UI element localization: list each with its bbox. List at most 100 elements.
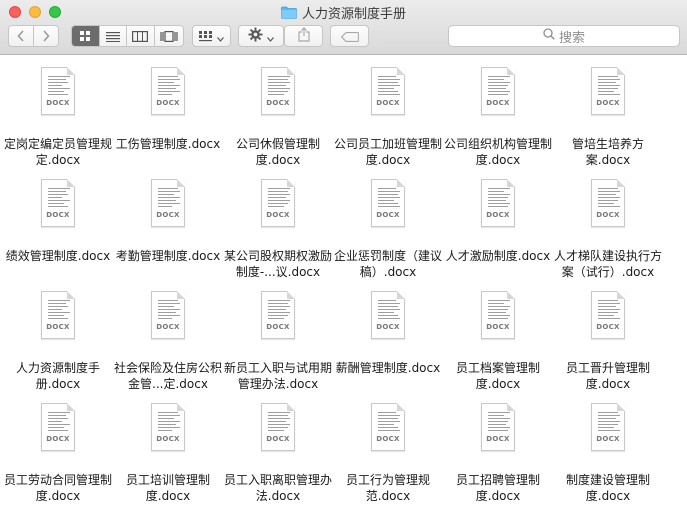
file-item[interactable]: DOCX 员工晋升管理制度.docx <box>553 284 663 394</box>
file-type-label: DOCX <box>266 99 290 107</box>
file-name: 公司员工加班管理制度.docx <box>333 137 442 167</box>
share-icon <box>297 26 310 46</box>
docx-file-icon: DOCX <box>371 403 405 451</box>
file-item[interactable]: DOCX 管培生培养方案.docx <box>553 60 663 170</box>
file-type-label: DOCX <box>486 323 510 331</box>
docx-file-icon: DOCX <box>41 67 75 115</box>
file-item[interactable]: DOCX 员工入职离职管理办法.docx <box>223 396 333 506</box>
file-name: 员工晋升管理制度.docx <box>565 361 650 391</box>
group-by-icon <box>199 27 213 46</box>
file-type-label: DOCX <box>376 211 400 219</box>
file-item[interactable]: DOCX 员工档案管理制度.docx <box>443 284 553 394</box>
file-item[interactable]: DOCX 某公司股权期权激励制度-...议.docx <box>223 172 333 282</box>
cover-flow-view-icon <box>160 27 178 46</box>
file-name: 员工培训管理制度.docx <box>125 473 210 503</box>
docx-file-icon: DOCX <box>41 403 75 451</box>
file-type-label: DOCX <box>596 99 620 107</box>
file-item[interactable]: DOCX 新员工入职与试用期管理办法.docx <box>223 284 333 394</box>
file-item[interactable]: DOCX 定岗定编定员管理规定.docx <box>3 60 113 170</box>
file-type-label: DOCX <box>266 435 290 443</box>
file-type-label: DOCX <box>156 99 180 107</box>
file-item[interactable]: DOCX 员工招聘管理制度.docx <box>443 396 553 506</box>
docx-file-icon: DOCX <box>481 403 515 451</box>
tag-icon <box>340 27 359 46</box>
file-type-label: DOCX <box>376 99 400 107</box>
file-type-label: DOCX <box>596 435 620 443</box>
title-bar: 人力资源制度手册 搜索 <box>0 0 687 55</box>
file-item[interactable]: DOCX 人才梯队建设执行方案（试行）.docx <box>553 172 663 282</box>
file-item[interactable]: DOCX 考勤管理制度.docx <box>113 172 223 282</box>
file-item[interactable]: DOCX 制度建设管理制度.docx <box>553 396 663 506</box>
file-type-label: DOCX <box>376 323 400 331</box>
docx-file-icon: DOCX <box>151 291 185 339</box>
file-name: 社会保险及住房公积金管...定.docx <box>113 361 222 391</box>
file-item[interactable]: DOCX 绩效管理制度.docx <box>3 172 113 282</box>
file-name: 新员工入职与试用期管理办法.docx <box>223 361 332 391</box>
docx-file-icon: DOCX <box>591 179 625 227</box>
file-name: 人力资源制度手册.docx <box>15 361 100 391</box>
file-name: 员工招聘管理制度.docx <box>455 473 540 503</box>
docx-file-icon: DOCX <box>481 179 515 227</box>
file-type-label: DOCX <box>376 435 400 443</box>
file-name: 定岗定编定员管理规定.docx <box>3 137 112 167</box>
file-name: 制度建设管理制度.docx <box>565 473 650 503</box>
back-forward-control <box>8 25 59 47</box>
search-placeholder: 搜索 <box>558 30 585 46</box>
file-item[interactable]: DOCX 员工培训管理制度.docx <box>113 396 223 506</box>
file-type-label: DOCX <box>156 211 180 219</box>
docx-file-icon: DOCX <box>481 67 515 115</box>
file-item[interactable]: DOCX 人才激励制度.docx <box>443 172 553 282</box>
file-type-label: DOCX <box>596 323 620 331</box>
file-item[interactable]: DOCX 社会保险及住房公积金管...定.docx <box>113 284 223 394</box>
file-item[interactable]: DOCX 员工行为管理规范.docx <box>333 396 443 506</box>
file-name: 员工入职离职管理办法.docx <box>223 473 332 503</box>
file-item[interactable]: DOCX 工伤管理制度.docx <box>113 60 223 170</box>
column-view-icon <box>132 27 149 46</box>
docx-file-icon: DOCX <box>371 291 405 339</box>
action-button[interactable] <box>238 25 284 47</box>
docx-file-icon: DOCX <box>371 67 405 115</box>
file-item[interactable]: DOCX 人力资源制度手册.docx <box>3 284 113 394</box>
docx-file-icon: DOCX <box>371 179 405 227</box>
search-field[interactable]: 搜索 <box>448 25 680 47</box>
file-type-label: DOCX <box>486 435 510 443</box>
docx-file-icon: DOCX <box>261 67 295 115</box>
window-title: 人力资源制度手册 <box>301 6 406 22</box>
file-name: 考勤管理制度.docx <box>115 249 221 263</box>
back-button[interactable] <box>9 26 34 46</box>
file-type-label: DOCX <box>156 323 180 331</box>
icon-view-icon <box>79 27 91 46</box>
file-name: 管培生培养方案.docx <box>571 137 644 167</box>
forward-button[interactable] <box>34 26 58 46</box>
list-view-button[interactable] <box>100 26 128 46</box>
finder-window: 人力资源制度手册 搜索 DOCX 定岗定编定员管理规定.docx DOCX 工伤… <box>0 0 687 525</box>
file-name: 工伤管理制度.docx <box>115 137 221 151</box>
file-item[interactable]: DOCX 薪酬管理制度.docx <box>333 284 443 394</box>
docx-file-icon: DOCX <box>481 291 515 339</box>
docx-file-icon: DOCX <box>591 67 625 115</box>
file-item[interactable]: DOCX 公司组织机构管理制度.docx <box>443 60 553 170</box>
file-name: 员工行为管理规范.docx <box>345 473 430 503</box>
cover-flow-view-button[interactable] <box>155 26 183 46</box>
file-name: 员工档案管理制度.docx <box>455 361 540 391</box>
file-item[interactable]: DOCX 公司员工加班管理制度.docx <box>333 60 443 170</box>
file-item[interactable]: DOCX 企业惩罚制度（建议稿）.docx <box>333 172 443 282</box>
file-type-label: DOCX <box>46 435 70 443</box>
icon-view-button[interactable] <box>72 26 100 46</box>
file-item[interactable]: DOCX 员工劳动合同管理制度.docx <box>3 396 113 506</box>
column-view-button[interactable] <box>127 26 155 46</box>
docx-file-icon: DOCX <box>261 291 295 339</box>
file-name: 某公司股权期权激励制度-...议.docx <box>223 249 332 279</box>
docx-file-icon: DOCX <box>261 179 295 227</box>
tag-button[interactable] <box>330 25 369 47</box>
chevron-down-icon <box>267 27 274 46</box>
share-button[interactable] <box>284 25 323 47</box>
file-name: 人才梯队建设执行方案（试行）.docx <box>553 249 662 279</box>
docx-file-icon: DOCX <box>591 403 625 451</box>
search-icon <box>543 28 555 44</box>
file-item[interactable]: DOCX 公司休假管理制度.docx <box>223 60 333 170</box>
group-by-button[interactable] <box>192 25 231 47</box>
file-name: 公司组织机构管理制度.docx <box>443 137 552 167</box>
folder-icon <box>281 6 297 19</box>
file-type-label: DOCX <box>596 211 620 219</box>
